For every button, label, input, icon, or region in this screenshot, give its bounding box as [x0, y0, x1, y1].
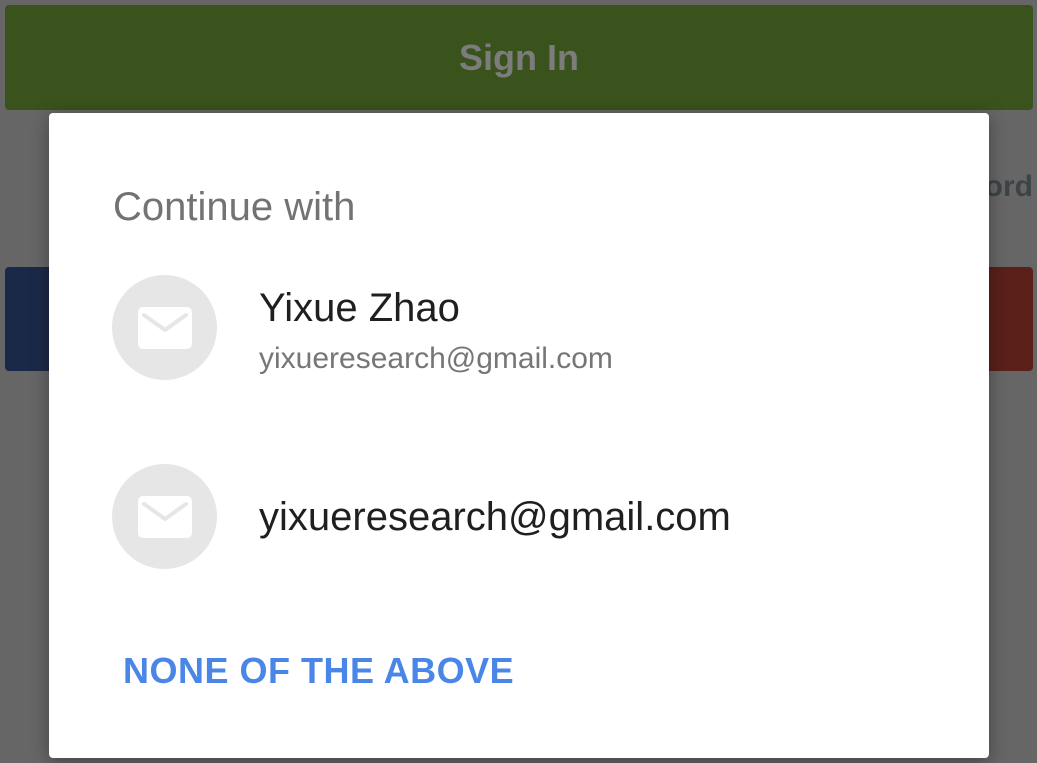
- sign-in-button: Sign In: [5, 5, 1033, 110]
- none-of-the-above-button[interactable]: NONE OF THE ABOVE: [113, 643, 524, 699]
- mail-icon: [137, 495, 192, 538]
- account-email: yixueresearch@gmail.com: [259, 495, 731, 539]
- account-email: yixueresearch@gmail.com: [259, 342, 613, 375]
- account-option-yixue-zhao[interactable]: Yixue Zhao yixueresearch@gmail.com: [49, 258, 989, 398]
- account-option-email[interactable]: yixueresearch@gmail.com: [49, 447, 989, 587]
- dialog-title: Continue with: [113, 185, 356, 229]
- background-partial-text: ord: [984, 170, 1033, 203]
- sign-in-label: Sign In: [459, 36, 579, 78]
- account-name: Yixue Zhao: [259, 286, 460, 330]
- mail-icon: [137, 306, 192, 349]
- account-avatar: [112, 464, 217, 569]
- account-picker-dialog: Continue with Yixue Zhao yixueresearch@g…: [49, 113, 989, 758]
- account-avatar: [112, 275, 217, 380]
